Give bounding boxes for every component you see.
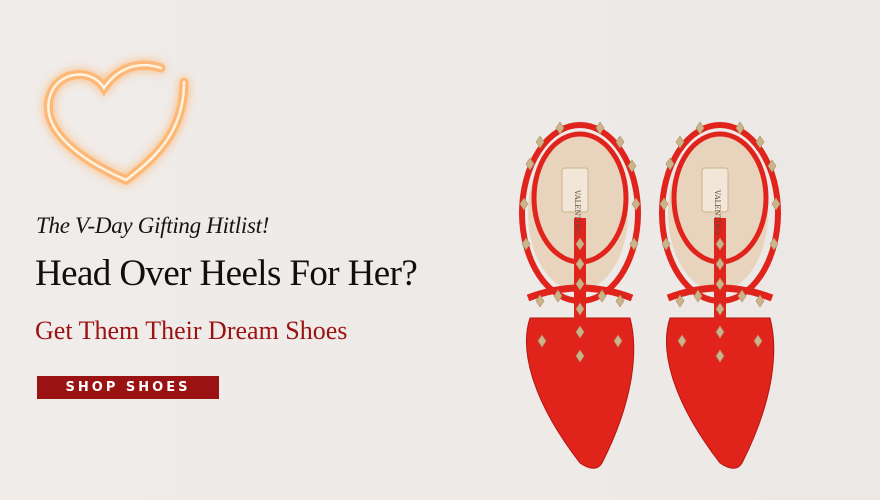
kicker-text: The V-Day Gifting Hitlist! xyxy=(36,213,270,238)
promo-banner[interactable]: The V-Day Gifting Hitlist! Head Over Hee… xyxy=(0,0,880,500)
subheadline: Get Them Their Dream Shoes xyxy=(35,316,348,345)
shop-shoes-button[interactable]: SHOP SHOES xyxy=(37,376,219,399)
neon-heart-icon xyxy=(43,60,189,186)
studded-pumps-image[interactable]: VALENTINO VALENTINO xyxy=(500,98,800,478)
shoe-brand-label: VALENTINO xyxy=(713,189,721,235)
headline: Head Over Heels For Her? xyxy=(35,253,418,294)
shoe-brand-label: VALENTINO xyxy=(573,189,581,235)
